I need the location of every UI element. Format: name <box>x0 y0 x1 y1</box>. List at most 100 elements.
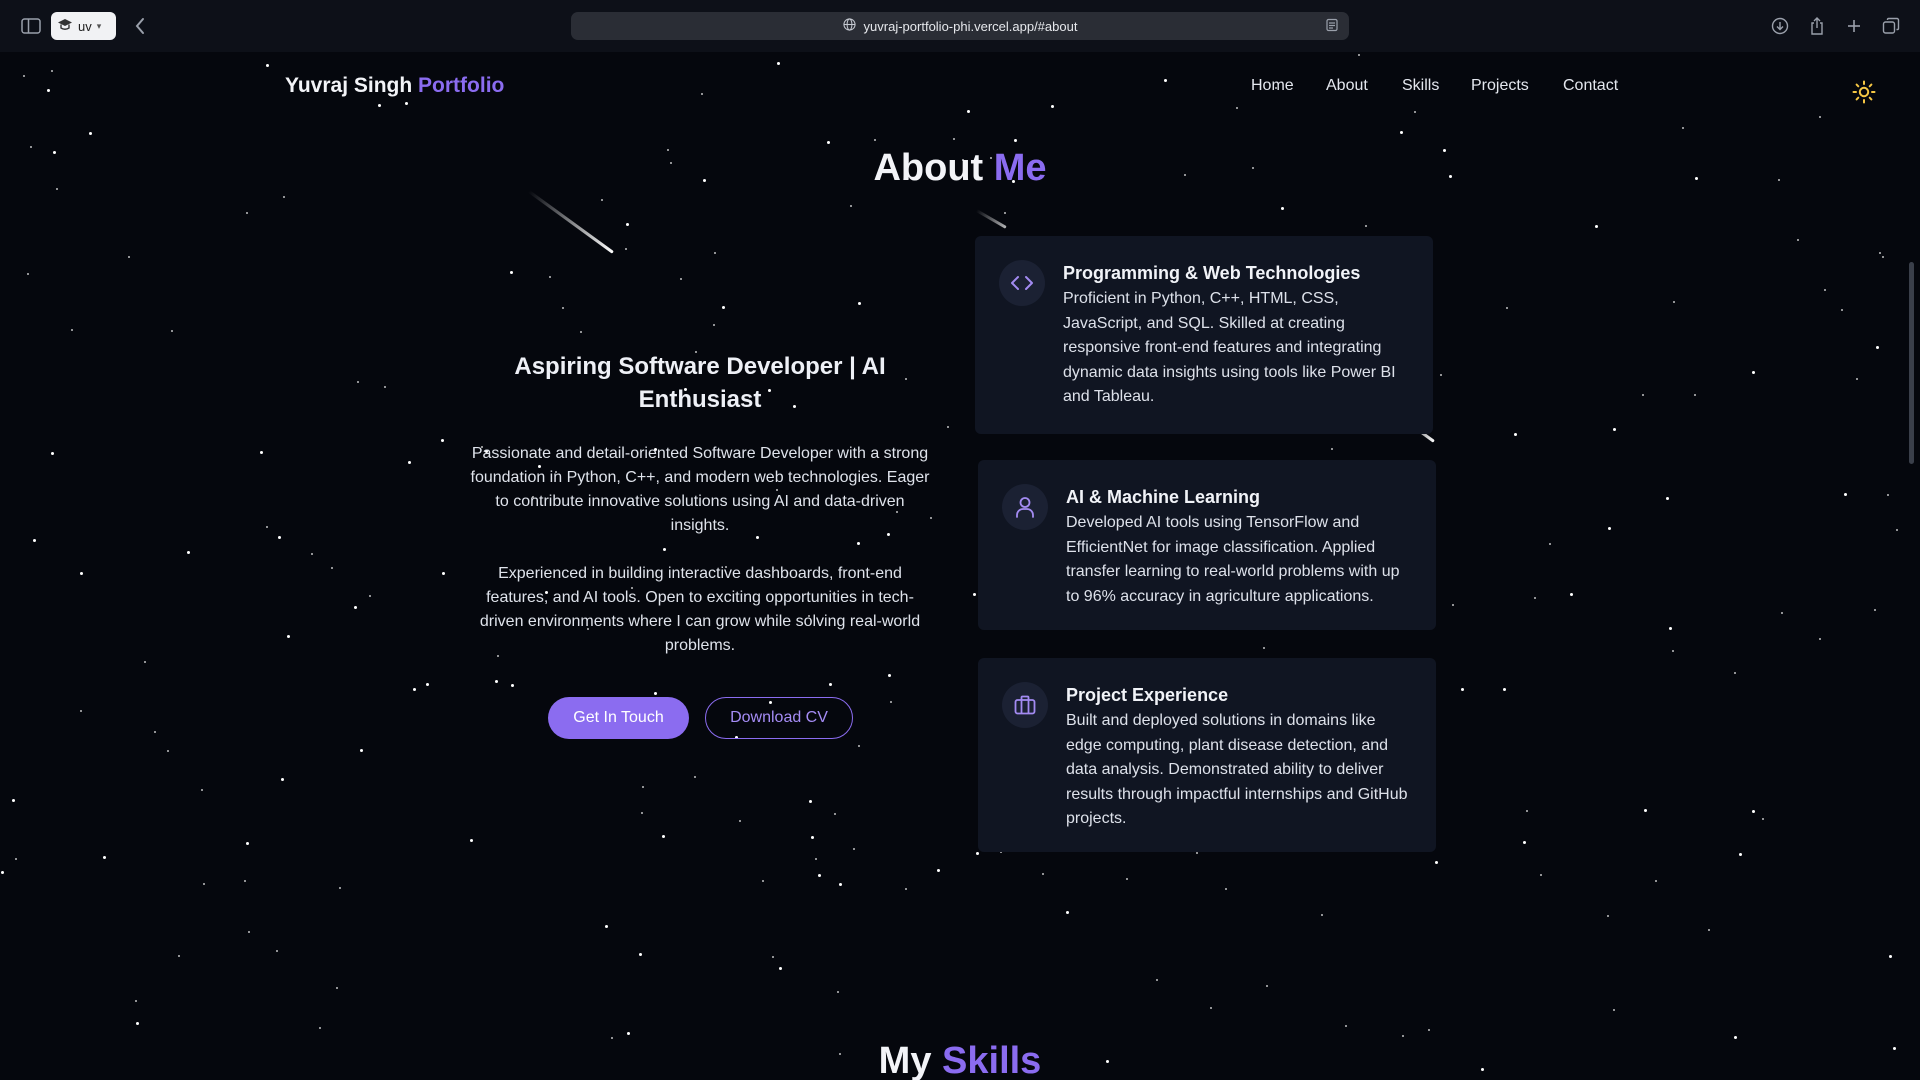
star <box>1642 394 1644 396</box>
star <box>1874 609 1876 611</box>
star <box>413 688 416 691</box>
star <box>187 551 190 554</box>
nav-link-home[interactable]: Home <box>1251 77 1294 95</box>
star <box>580 331 582 333</box>
get-in-touch-button[interactable]: Get In Touch <box>548 697 689 739</box>
star <box>281 778 284 781</box>
star <box>642 786 644 788</box>
back-arrow-icon[interactable] <box>127 13 153 39</box>
star <box>354 606 357 609</box>
site-logo[interactable]: Yuvraj Singh Portfolio <box>285 74 504 98</box>
star <box>357 381 359 383</box>
star <box>639 953 642 956</box>
globe-icon <box>842 18 856 34</box>
nav-link-contact[interactable]: Contact <box>1563 77 1618 95</box>
nav-link-about[interactable]: About <box>1326 77 1368 95</box>
star <box>1014 139 1017 142</box>
star <box>1879 252 1881 254</box>
card-programming: Programming & Web Technologies Proficien… <box>975 236 1433 434</box>
download-cv-button[interactable]: Download CV <box>705 697 853 739</box>
nav-link-skills[interactable]: Skills <box>1402 77 1439 95</box>
star <box>1819 116 1821 118</box>
code-icon <box>999 260 1045 306</box>
star <box>1752 810 1755 813</box>
star <box>777 62 780 65</box>
star <box>1164 79 1167 82</box>
star <box>1225 888 1227 890</box>
share-icon[interactable] <box>1804 13 1830 39</box>
star <box>442 572 445 575</box>
star <box>495 680 498 683</box>
star <box>266 526 268 528</box>
download-icon[interactable] <box>1767 13 1793 39</box>
star <box>1281 207 1284 210</box>
star <box>128 256 130 258</box>
star <box>244 880 246 882</box>
star <box>713 324 715 326</box>
star <box>1644 809 1647 812</box>
star <box>1004 212 1006 214</box>
skills-title-text: My <box>878 1040 932 1080</box>
star <box>937 869 940 872</box>
star <box>1534 597 1536 599</box>
star <box>815 858 817 860</box>
star <box>739 820 741 822</box>
card-ai-ml: AI & Machine Learning Developed AI tools… <box>978 460 1436 630</box>
star <box>1682 127 1684 129</box>
star <box>762 880 764 882</box>
star <box>246 842 249 845</box>
star <box>47 89 50 92</box>
star <box>772 956 774 958</box>
star <box>1126 878 1128 880</box>
star <box>51 452 54 455</box>
star <box>1655 880 1657 882</box>
star <box>1506 307 1508 309</box>
about-title-text: About <box>873 147 984 189</box>
star <box>1331 448 1333 450</box>
sun-icon[interactable] <box>1852 80 1876 104</box>
skills-section-title: My Skills <box>0 1040 1920 1080</box>
reader-mode-icon[interactable] <box>1325 18 1339 35</box>
nav-link-projects[interactable]: Projects <box>1471 77 1529 95</box>
briefcase-icon <box>1002 682 1048 728</box>
star <box>967 110 970 113</box>
tab-overview-icon[interactable] <box>1878 13 1904 39</box>
star <box>1503 688 1506 691</box>
star <box>680 278 682 280</box>
star <box>1365 225 1367 227</box>
star <box>1461 688 1464 691</box>
card-description: Built and deployed solutions in domains … <box>1066 712 1408 827</box>
star <box>627 1032 630 1035</box>
about-section-title: About Me <box>0 147 1920 190</box>
profile-selector[interactable]: uv ▾ <box>51 12 116 40</box>
star <box>1156 979 1158 981</box>
star <box>1414 111 1416 113</box>
star <box>1266 985 1268 987</box>
card-description: Developed AI tools using TensorFlow and … <box>1066 514 1400 605</box>
new-tab-icon[interactable] <box>1841 13 1867 39</box>
star <box>1666 497 1669 500</box>
star <box>23 75 25 77</box>
star <box>1514 433 1517 436</box>
address-bar[interactable]: yuvraj-portfolio-phi.vercel.app/#about <box>571 12 1349 40</box>
chevron-down-icon: ▾ <box>96 20 102 31</box>
star <box>1607 915 1609 917</box>
star <box>1595 225 1598 228</box>
about-paragraph-2: Experienced in building interactive dash… <box>479 565 921 654</box>
star <box>654 692 657 695</box>
star <box>15 858 17 860</box>
star <box>136 1022 139 1025</box>
star <box>1440 374 1442 376</box>
page-scrollbar[interactable] <box>1909 262 1914 464</box>
star <box>1428 1029 1430 1031</box>
star <box>1669 627 1672 630</box>
star <box>276 950 278 952</box>
star <box>1694 394 1696 396</box>
profile-label: uv <box>78 18 92 34</box>
star <box>178 955 180 957</box>
card-title: Project Experience <box>1066 685 1229 705</box>
logo-accent: Portfolio <box>418 74 505 97</box>
sidebar-toggle-icon[interactable] <box>18 13 44 39</box>
star <box>829 683 832 686</box>
card-project-experience: Project Experience Built and deployed so… <box>978 658 1436 852</box>
